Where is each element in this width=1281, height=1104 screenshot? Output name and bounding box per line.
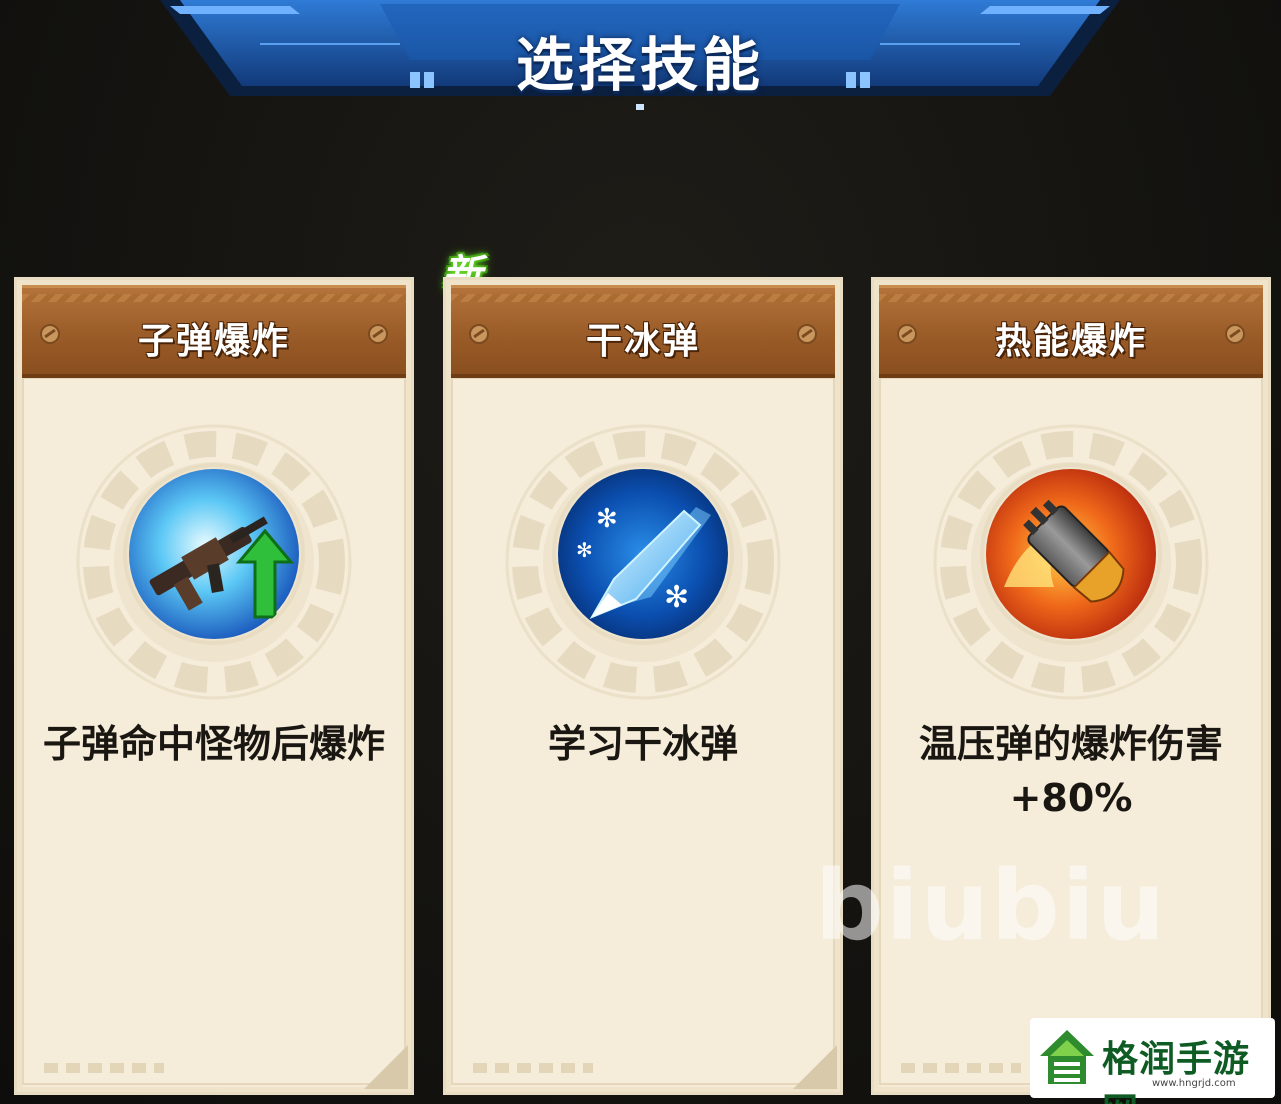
svg-text:✻: ✻: [576, 538, 593, 562]
house-logo-icon: [1040, 1030, 1094, 1084]
card-title: 热能爆炸: [994, 321, 1147, 362]
folded-corner: [793, 1045, 837, 1089]
page-title: 选择技能: [515, 31, 764, 99]
card-description: 子弹命中怪物后爆炸: [42, 722, 385, 766]
card-header: 热能爆炸: [879, 285, 1263, 378]
card-description: 学习干冰弹: [547, 722, 738, 766]
card-header: 干冰弹: [451, 285, 835, 378]
card-title: 干冰弹: [585, 321, 700, 362]
card-description: 温压弹的爆炸伤害+80%: [918, 722, 1223, 820]
card-header: 子弹爆炸: [22, 285, 406, 378]
ice-bullet-icon: ✻ ✻ ✻: [558, 469, 728, 639]
card-footer-decoration: [901, 1063, 1021, 1073]
title-banner: 选择技能: [150, 0, 1130, 112]
svg-text:✻: ✻: [664, 580, 689, 615]
skill-card-dry-ice-bullet[interactable]: 干冰弹 ✻ ✻ ✻ 学习干冰弹: [443, 277, 843, 1095]
card-footer-decoration: [44, 1063, 164, 1073]
skill-card-bullet-explosion[interactable]: 子弹爆炸 子弹命中怪物后爆炸: [14, 277, 414, 1095]
site-name: 格润手游网: [1102, 1039, 1251, 1104]
card-footer-decoration: [473, 1063, 593, 1073]
fire-bullet-icon: [986, 469, 1156, 639]
site-url: www.hngrjd.com: [1152, 1078, 1236, 1089]
skill-select-screen: 选择技能 新 子弹爆炸 子弹命中怪物后爆炸 干冰弹 ✻ ✻ ✻ 学习干冰弹 热能…: [0, 0, 1281, 1104]
site-badge: 格润手游网 www.hngrjd.com: [1030, 1018, 1275, 1104]
rifle-upgrade-icon: [129, 469, 299, 639]
skill-card-thermal-explosion[interactable]: 热能爆炸 温压弹的爆炸伤害+80%: [871, 277, 1271, 1095]
svg-text:✻: ✻: [596, 504, 618, 534]
watermark: biubiu: [815, 850, 1167, 962]
folded-corner: [364, 1045, 408, 1089]
card-title: 子弹爆炸: [137, 321, 290, 362]
